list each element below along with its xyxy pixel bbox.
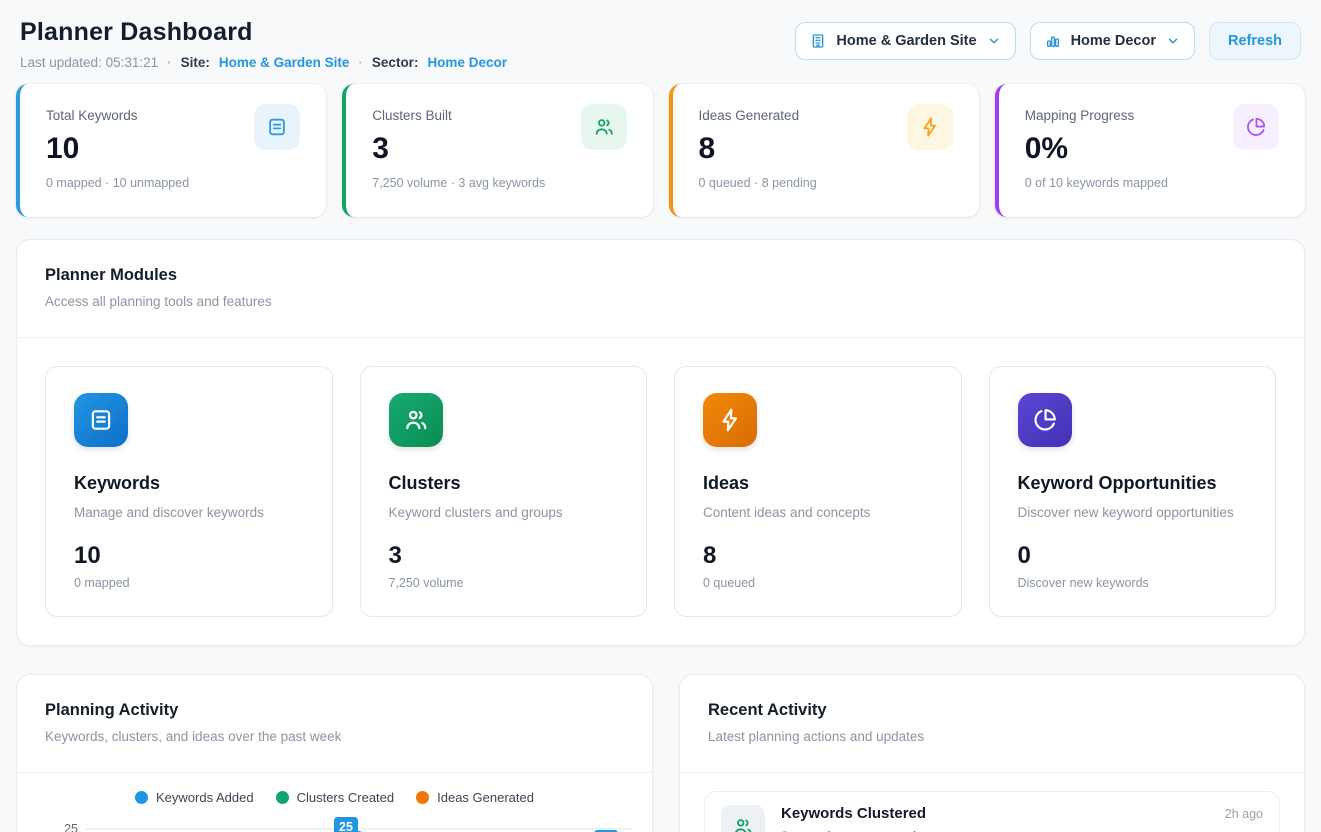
module-title: Keywords (74, 473, 304, 494)
sector-selector-value: Home Decor (1071, 33, 1156, 49)
module-card-keyword-opportunities[interactable]: Keyword Opportunities Discover new keywo… (989, 366, 1277, 617)
module-value: 3 (389, 544, 619, 568)
users-icon (581, 104, 627, 150)
stats-row: Total Keywords 10 0 mapped · 10 unmapped… (16, 84, 1305, 217)
module-card-keywords[interactable]: Keywords Manage and discover keywords 10… (45, 366, 333, 617)
module-subtext: 7,250 volume (389, 576, 619, 590)
users-icon (389, 393, 443, 447)
legend-dot (276, 791, 289, 804)
activity-item-keywords-clustered[interactable]: Keywords Clustered 2h ago 3 new clusters… (704, 791, 1280, 832)
module-card-clusters[interactable]: Clusters Keyword clusters and groups 3 7… (360, 366, 648, 617)
panel-title: Recent Activity (708, 701, 1276, 720)
activity-title: Keywords Clustered (781, 805, 926, 822)
header-controls: Home & Garden Site Home Decor Refresh (795, 22, 1301, 60)
dot-separator: · (358, 55, 363, 70)
panel-subtitle: Access all planning tools and features (45, 294, 1276, 309)
module-title: Keyword Opportunities (1018, 473, 1248, 494)
stat-subtext: 0 of 10 keywords mapped (1025, 176, 1281, 190)
stat-subtext: 0 queued · 8 pending (699, 176, 955, 190)
legend-dot (135, 791, 148, 804)
module-title: Ideas (703, 473, 933, 494)
legend-label: Ideas Generated (437, 790, 534, 805)
stat-card-ideas-generated: Ideas Generated 8 0 queued · 8 pending (669, 84, 979, 217)
legend-label: Keywords Added (156, 790, 254, 805)
module-subtext: 0 queued (703, 576, 933, 590)
legend-dot (416, 791, 429, 804)
planning-activity-panel: Planning Activity Keywords, clusters, an… (16, 674, 653, 832)
site-link[interactable]: Home & Garden Site (219, 55, 350, 70)
stat-card-total-keywords: Total Keywords 10 0 mapped · 10 unmapped (16, 84, 326, 217)
stat-card-mapping-progress: Mapping Progress 0% 0 of 10 keywords map… (995, 84, 1305, 217)
module-description: Keyword clusters and groups (389, 505, 619, 520)
module-subtext: 0 mapped (74, 576, 304, 590)
module-subtext: Discover new keywords (1018, 576, 1248, 590)
chevron-down-icon (987, 34, 1001, 48)
stat-card-clusters-built: Clusters Built 3 7,250 volume · 3 avg ke… (342, 84, 652, 217)
activity-content: Keywords Clustered 2h ago 3 new clusters… (781, 805, 1263, 832)
module-description: Content ideas and concepts (703, 505, 933, 520)
module-value: 10 (74, 544, 304, 568)
planning-activity-header: Planning Activity Keywords, clusters, an… (17, 675, 652, 773)
sector-label: Sector: (372, 55, 419, 70)
site-selector-dropdown[interactable]: Home & Garden Site (795, 22, 1015, 60)
module-value: 0 (1018, 544, 1248, 568)
refresh-button[interactable]: Refresh (1209, 22, 1301, 60)
building-icon (810, 33, 826, 49)
chart-legend: Keywords Added Clusters Created Ideas Ge… (17, 790, 652, 805)
activity-timestamp: 2h ago (1225, 807, 1263, 821)
chevron-down-icon (1166, 34, 1180, 48)
planner-dashboard-page: Planner Dashboard Last updated: 05:31:21… (0, 0, 1321, 832)
legend-item-clusters-created[interactable]: Clusters Created (276, 790, 395, 805)
planner-modules-panel: Planner Modules Access all planning tool… (16, 239, 1305, 646)
document-icon (254, 104, 300, 150)
planner-modules-header: Planner Modules Access all planning tool… (17, 240, 1304, 338)
panel-subtitle: Keywords, clusters, and ideas over the p… (45, 729, 624, 744)
meta-row: Last updated: 05:31:21 · Site: Home & Ga… (20, 55, 507, 70)
svg-text:25: 25 (339, 820, 353, 832)
panel-subtitle: Latest planning actions and updates (708, 729, 1276, 744)
recent-activity-panel: Recent Activity Latest planning actions … (679, 674, 1305, 832)
y-axis-tick-label: 25 (64, 822, 78, 832)
module-value: 8 (703, 544, 933, 568)
topbar: Planner Dashboard Last updated: 05:31:21… (16, 18, 1305, 70)
legend-item-ideas-generated[interactable]: Ideas Generated (416, 790, 534, 805)
stat-subtext: 0 mapped · 10 unmapped (46, 176, 302, 190)
lightning-icon (907, 104, 953, 150)
page-title: Planner Dashboard (20, 18, 507, 47)
sector-selector-dropdown[interactable]: Home Decor (1030, 22, 1195, 60)
planning-activity-chart: Keywords Added Clusters Created Ideas Ge… (17, 790, 652, 832)
lightning-icon (703, 393, 757, 447)
module-description: Discover new keyword opportunities (1018, 505, 1248, 520)
module-card-ideas[interactable]: Ideas Content ideas and concepts 8 0 que… (674, 366, 962, 617)
stat-subtext: 7,250 volume · 3 avg keywords (372, 176, 628, 190)
recent-activity-list: Keywords Clustered 2h ago 3 new clusters… (680, 773, 1304, 832)
last-updated-text: Last updated: 05:31:21 (20, 55, 158, 70)
site-selector-value: Home & Garden Site (836, 33, 976, 49)
legend-label: Clusters Created (297, 790, 395, 805)
point-label-badge-25: 25 (334, 817, 358, 832)
pie-chart-icon (1018, 393, 1072, 447)
module-title: Clusters (389, 473, 619, 494)
site-label: Site: (181, 55, 210, 70)
recent-activity-header: Recent Activity Latest planning actions … (680, 675, 1304, 773)
pie-chart-icon (1233, 104, 1279, 150)
dot-separator: · (167, 55, 172, 70)
panel-title: Planning Activity (45, 701, 624, 720)
legend-item-keywords-added[interactable]: Keywords Added (135, 790, 254, 805)
bottom-row: Planning Activity Keywords, clusters, an… (16, 674, 1305, 832)
panel-title: Planner Modules (45, 266, 1276, 285)
bar-chart-icon (1045, 33, 1061, 49)
modules-grid: Keywords Manage and discover keywords 10… (17, 338, 1304, 645)
module-description: Manage and discover keywords (74, 505, 304, 520)
area-chart-svg: 25 25 24 (17, 810, 654, 832)
document-icon (74, 393, 128, 447)
users-icon (721, 805, 765, 832)
sector-link[interactable]: Home Decor (427, 55, 507, 70)
title-block: Planner Dashboard Last updated: 05:31:21… (20, 18, 507, 70)
